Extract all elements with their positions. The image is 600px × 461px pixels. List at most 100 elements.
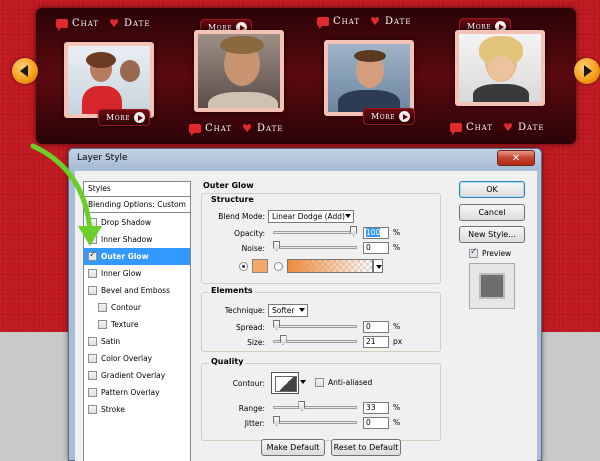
make-default-button[interactable]: Make Default (261, 439, 325, 456)
spread-field[interactable]: 0 (363, 321, 389, 333)
layer-style-dialog: Layer Style ✕ Styles Blending Options: C… (68, 148, 542, 461)
style-checkbox[interactable] (88, 337, 97, 346)
preview-label: Preview (482, 249, 512, 258)
style-item-label: Texture (111, 320, 139, 329)
size-label: Size: (247, 338, 265, 347)
size-field[interactable]: 21 (363, 336, 389, 348)
anti-aliased-checkbox[interactable] (315, 378, 324, 387)
card2-chat-date: Chat ♥ Date (189, 122, 283, 136)
style-item-satin[interactable]: Satin (84, 333, 190, 350)
blend-mode-label: Blend Mode: (218, 212, 265, 221)
range-label: Range: (238, 404, 265, 413)
noise-field[interactable]: 0 (363, 242, 389, 254)
heart-icon: ♥ (370, 15, 381, 28)
date-link[interactable]: Date (385, 16, 411, 27)
gradient-radio[interactable] (274, 262, 283, 271)
style-item-stroke[interactable]: Stroke (84, 401, 190, 418)
style-item-inner-glow[interactable]: Inner Glow (84, 265, 190, 282)
contour-picker[interactable] (271, 372, 299, 394)
play-icon (399, 111, 411, 122)
style-checkbox[interactable] (88, 405, 97, 414)
date-link[interactable]: Date (518, 122, 544, 133)
opacity-field[interactable]: 100 (363, 227, 389, 239)
opacity-unit: % (393, 228, 401, 237)
structure-title: Structure (209, 195, 256, 204)
spread-label: Spread: (236, 323, 265, 332)
glow-color-swatch[interactable] (252, 259, 268, 273)
dialog-titlebar[interactable]: Layer Style ✕ (69, 149, 541, 169)
chat-link[interactable]: Chat (333, 16, 360, 27)
noise-slider-track[interactable] (273, 246, 357, 249)
style-checkbox[interactable] (88, 354, 97, 363)
style-checkbox[interactable] (98, 303, 107, 312)
jitter-field[interactable]: 0 (363, 417, 389, 429)
profile-photo-1[interactable] (64, 42, 154, 118)
style-item-bevel-and-emboss[interactable]: Bevel and Emboss (84, 282, 190, 299)
style-item-label: Drop Shadow (101, 218, 152, 227)
card1-more-button[interactable]: More (98, 109, 151, 126)
technique-label: Technique: (224, 306, 265, 315)
carousel-prev-arrow-icon[interactable] (12, 58, 38, 84)
contour-dropdown-icon[interactable] (299, 372, 309, 394)
chat-link[interactable]: Chat (466, 122, 493, 133)
spread-slider-track[interactable] (273, 325, 357, 328)
style-item-gradient-overlay[interactable]: Gradient Overlay (84, 367, 190, 384)
profile-photo-2[interactable] (194, 30, 284, 112)
chevron-down-icon (345, 214, 351, 218)
noise-unit: % (393, 243, 401, 252)
heart-icon: ♥ (109, 17, 120, 30)
quality-group (201, 363, 441, 441)
style-item-label: Outer Glow (101, 252, 149, 261)
range-slider-track[interactable] (273, 406, 357, 409)
date-link[interactable]: Date (124, 18, 150, 29)
heart-icon: ♥ (503, 121, 514, 134)
ok-button[interactable]: OK (459, 181, 525, 198)
solid-color-radio[interactable] (239, 262, 248, 271)
style-item-texture[interactable]: Texture (84, 316, 190, 333)
chat-link[interactable]: Chat (72, 18, 99, 29)
carousel-next-arrow-icon[interactable] (574, 58, 600, 84)
chat-link[interactable]: Chat (205, 123, 232, 134)
style-checkbox[interactable] (88, 269, 97, 278)
opacity-slider-track[interactable] (273, 231, 357, 234)
close-icon: ✕ (511, 152, 521, 164)
preview-checkbox[interactable] (469, 247, 478, 258)
chat-icon (317, 17, 329, 29)
chat-icon (189, 124, 201, 136)
style-item-label: Contour (111, 303, 141, 312)
style-item-label: Satin (101, 337, 121, 346)
style-item-pattern-overlay[interactable]: Pattern Overlay (84, 384, 190, 401)
style-item-label: Gradient Overlay (101, 371, 166, 380)
range-field[interactable]: 33 (363, 402, 389, 414)
cancel-button[interactable]: Cancel (459, 204, 525, 221)
style-checkbox[interactable] (88, 388, 97, 397)
profile-photo-4[interactable] (455, 30, 545, 106)
style-item-label: Stroke (101, 405, 125, 414)
card3-chat-date: Chat ♥ Date (317, 15, 411, 29)
noise-label: Noise: (241, 244, 265, 253)
style-checkbox[interactable] (88, 371, 97, 380)
gradient-dropdown-icon[interactable] (373, 259, 383, 273)
range-unit: % (393, 403, 401, 412)
style-item-color-overlay[interactable]: Color Overlay (84, 350, 190, 367)
style-checkbox[interactable] (88, 250, 97, 261)
profile-photo-3[interactable] (324, 40, 414, 116)
new-style-button[interactable]: New Style... (459, 226, 525, 243)
panel-title: Outer Glow (203, 181, 254, 190)
technique-select[interactable]: Softer (268, 304, 308, 317)
chevron-down-icon (299, 308, 305, 312)
style-checkbox[interactable] (98, 320, 107, 329)
style-checkbox[interactable] (88, 286, 97, 295)
style-item-label: Inner Shadow (101, 235, 153, 244)
card1-chat-date: Chat ♥ Date (56, 17, 150, 31)
close-button[interactable]: ✕ (497, 150, 535, 166)
jitter-slider-track[interactable] (273, 421, 357, 424)
style-item-contour[interactable]: Contour (84, 299, 190, 316)
glow-gradient-picker[interactable] (287, 259, 373, 273)
reset-to-default-button[interactable]: Reset to Default (331, 439, 401, 456)
style-item-label: Bevel and Emboss (101, 286, 170, 295)
date-link[interactable]: Date (257, 123, 283, 134)
card3-more-button[interactable]: More (363, 108, 416, 125)
blend-mode-select[interactable]: Linear Dodge (Add) (268, 210, 354, 223)
quality-title: Quality (209, 357, 246, 366)
